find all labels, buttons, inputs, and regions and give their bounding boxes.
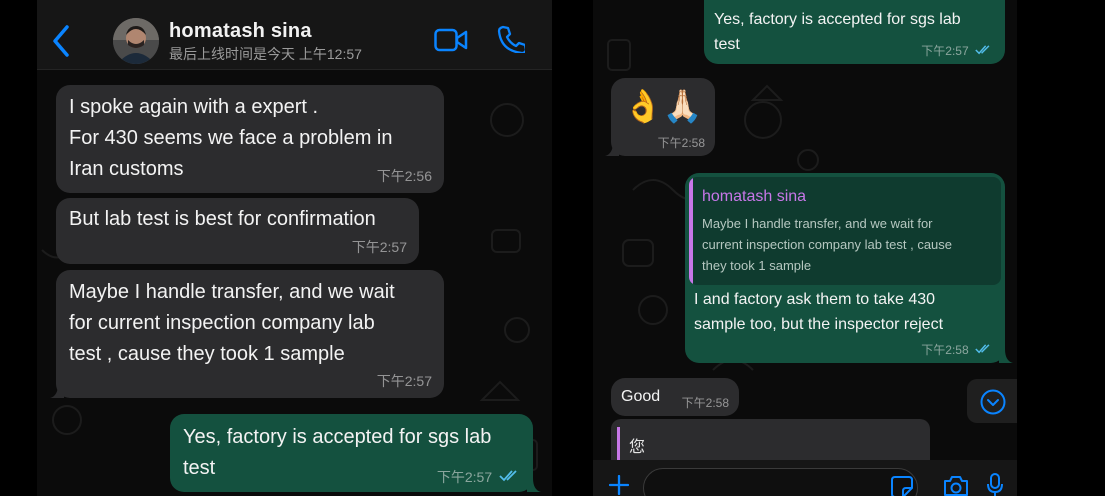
message-time: 下午2:57 — [351, 239, 407, 255]
message-bubble-incoming[interactable]: But lab test is best for confirmation 下午… — [56, 198, 419, 264]
message-text: Maybe I handle transfer, and we wait for… — [69, 281, 395, 365]
message-text: I spoke again with a expert . For 430 se… — [69, 96, 393, 180]
message-time: 下午2:58 — [681, 396, 729, 410]
quoted-text: 您 — [629, 439, 646, 456]
scroll-to-bottom-button[interactable] — [967, 379, 1017, 423]
message-bubble-incoming[interactable]: I spoke again with a expert . For 430 se… — [56, 85, 444, 193]
message-bubble-outgoing[interactable]: homatash sina Maybe I handle transfer, a… — [685, 173, 1005, 363]
microphone-icon[interactable] — [986, 473, 1004, 496]
message-time: 下午2:57 — [376, 373, 432, 389]
reply-quote[interactable]: homatash sina Maybe I handle transfer, a… — [689, 177, 1001, 285]
message-meta: 下午2:57 — [921, 42, 993, 59]
message-bubble-incoming[interactable]: Maybe I handle transfer, and we wait for… — [56, 270, 444, 398]
message-time: 下午2:58 — [921, 343, 969, 357]
message-text: Good — [621, 388, 661, 405]
message-time: 下午2:58 — [657, 136, 705, 150]
phone-icon[interactable] — [497, 25, 525, 53]
sticker-icon[interactable] — [891, 476, 913, 496]
read-ticks-icon — [499, 470, 517, 482]
camera-icon[interactable] — [943, 475, 969, 496]
message-text: I and factory ask them to take 430 sampl… — [694, 291, 944, 333]
bubble-tail — [605, 142, 619, 156]
message-time: 下午2:56 — [376, 168, 432, 184]
bubble-tail — [527, 478, 541, 492]
bubble-tail — [999, 349, 1013, 363]
message-meta: 下午2:58 — [921, 341, 993, 358]
quote-accent-bar — [617, 427, 620, 461]
read-ticks-icon — [975, 45, 990, 55]
contact-name[interactable]: homatash sina — [169, 20, 312, 43]
message-bubble-incoming[interactable]: 👌🙏🏻 下午2:58 — [611, 78, 715, 156]
back-chevron-icon[interactable] — [51, 24, 71, 58]
bubble-tail — [50, 384, 64, 398]
contact-avatar[interactable] — [113, 18, 159, 64]
last-seen-status: 最后上线时间是今天 上午12:57 — [169, 46, 362, 62]
emoji-message: 👌🙏🏻 — [623, 88, 703, 124]
reply-accent-bar — [689, 177, 693, 285]
chat-panel-left: homatash sina 最后上线时间是今天 上午12:57 I spoke … — [37, 0, 552, 496]
plus-icon[interactable] — [609, 475, 629, 495]
chevron-down-circle-icon — [980, 389, 1006, 415]
message-time: 下午2:57 — [436, 469, 493, 485]
message-bubble-outgoing[interactable]: Yes, factory is accepted for sgs lab tes… — [170, 414, 533, 492]
message-bubble-outgoing[interactable]: Yes, factory is accepted for sgs lab tes… — [704, 0, 1005, 64]
chat-header: homatash sina 最后上线时间是今天 上午12:57 — [37, 0, 552, 70]
video-camera-icon[interactable] — [434, 28, 468, 52]
message-meta: 下午2:57 — [437, 467, 521, 487]
reply-text: Maybe I handle transfer, and we wait for… — [702, 216, 953, 273]
message-bubble-incoming[interactable]: Good 下午2:58 — [611, 378, 739, 416]
read-ticks-icon — [975, 344, 990, 354]
message-time: 下午2:57 — [921, 44, 969, 58]
composer-bar — [593, 460, 1017, 496]
message-text: But lab test is best for confirmation — [69, 208, 376, 230]
reply-author: homatash sina — [702, 188, 807, 205]
message-input[interactable] — [643, 468, 918, 496]
